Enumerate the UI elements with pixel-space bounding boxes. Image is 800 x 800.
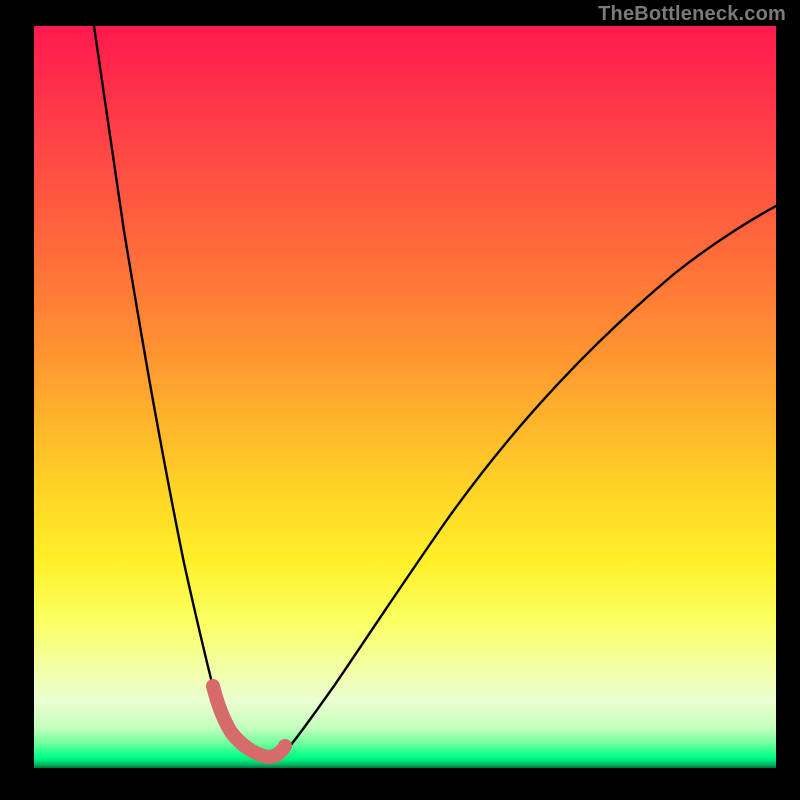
watermark-text: TheBottleneck.com xyxy=(598,3,786,26)
plot-area xyxy=(34,26,776,768)
bottleneck-curve xyxy=(94,26,776,757)
plot-svg xyxy=(34,26,776,768)
highlight-dip xyxy=(213,686,285,757)
